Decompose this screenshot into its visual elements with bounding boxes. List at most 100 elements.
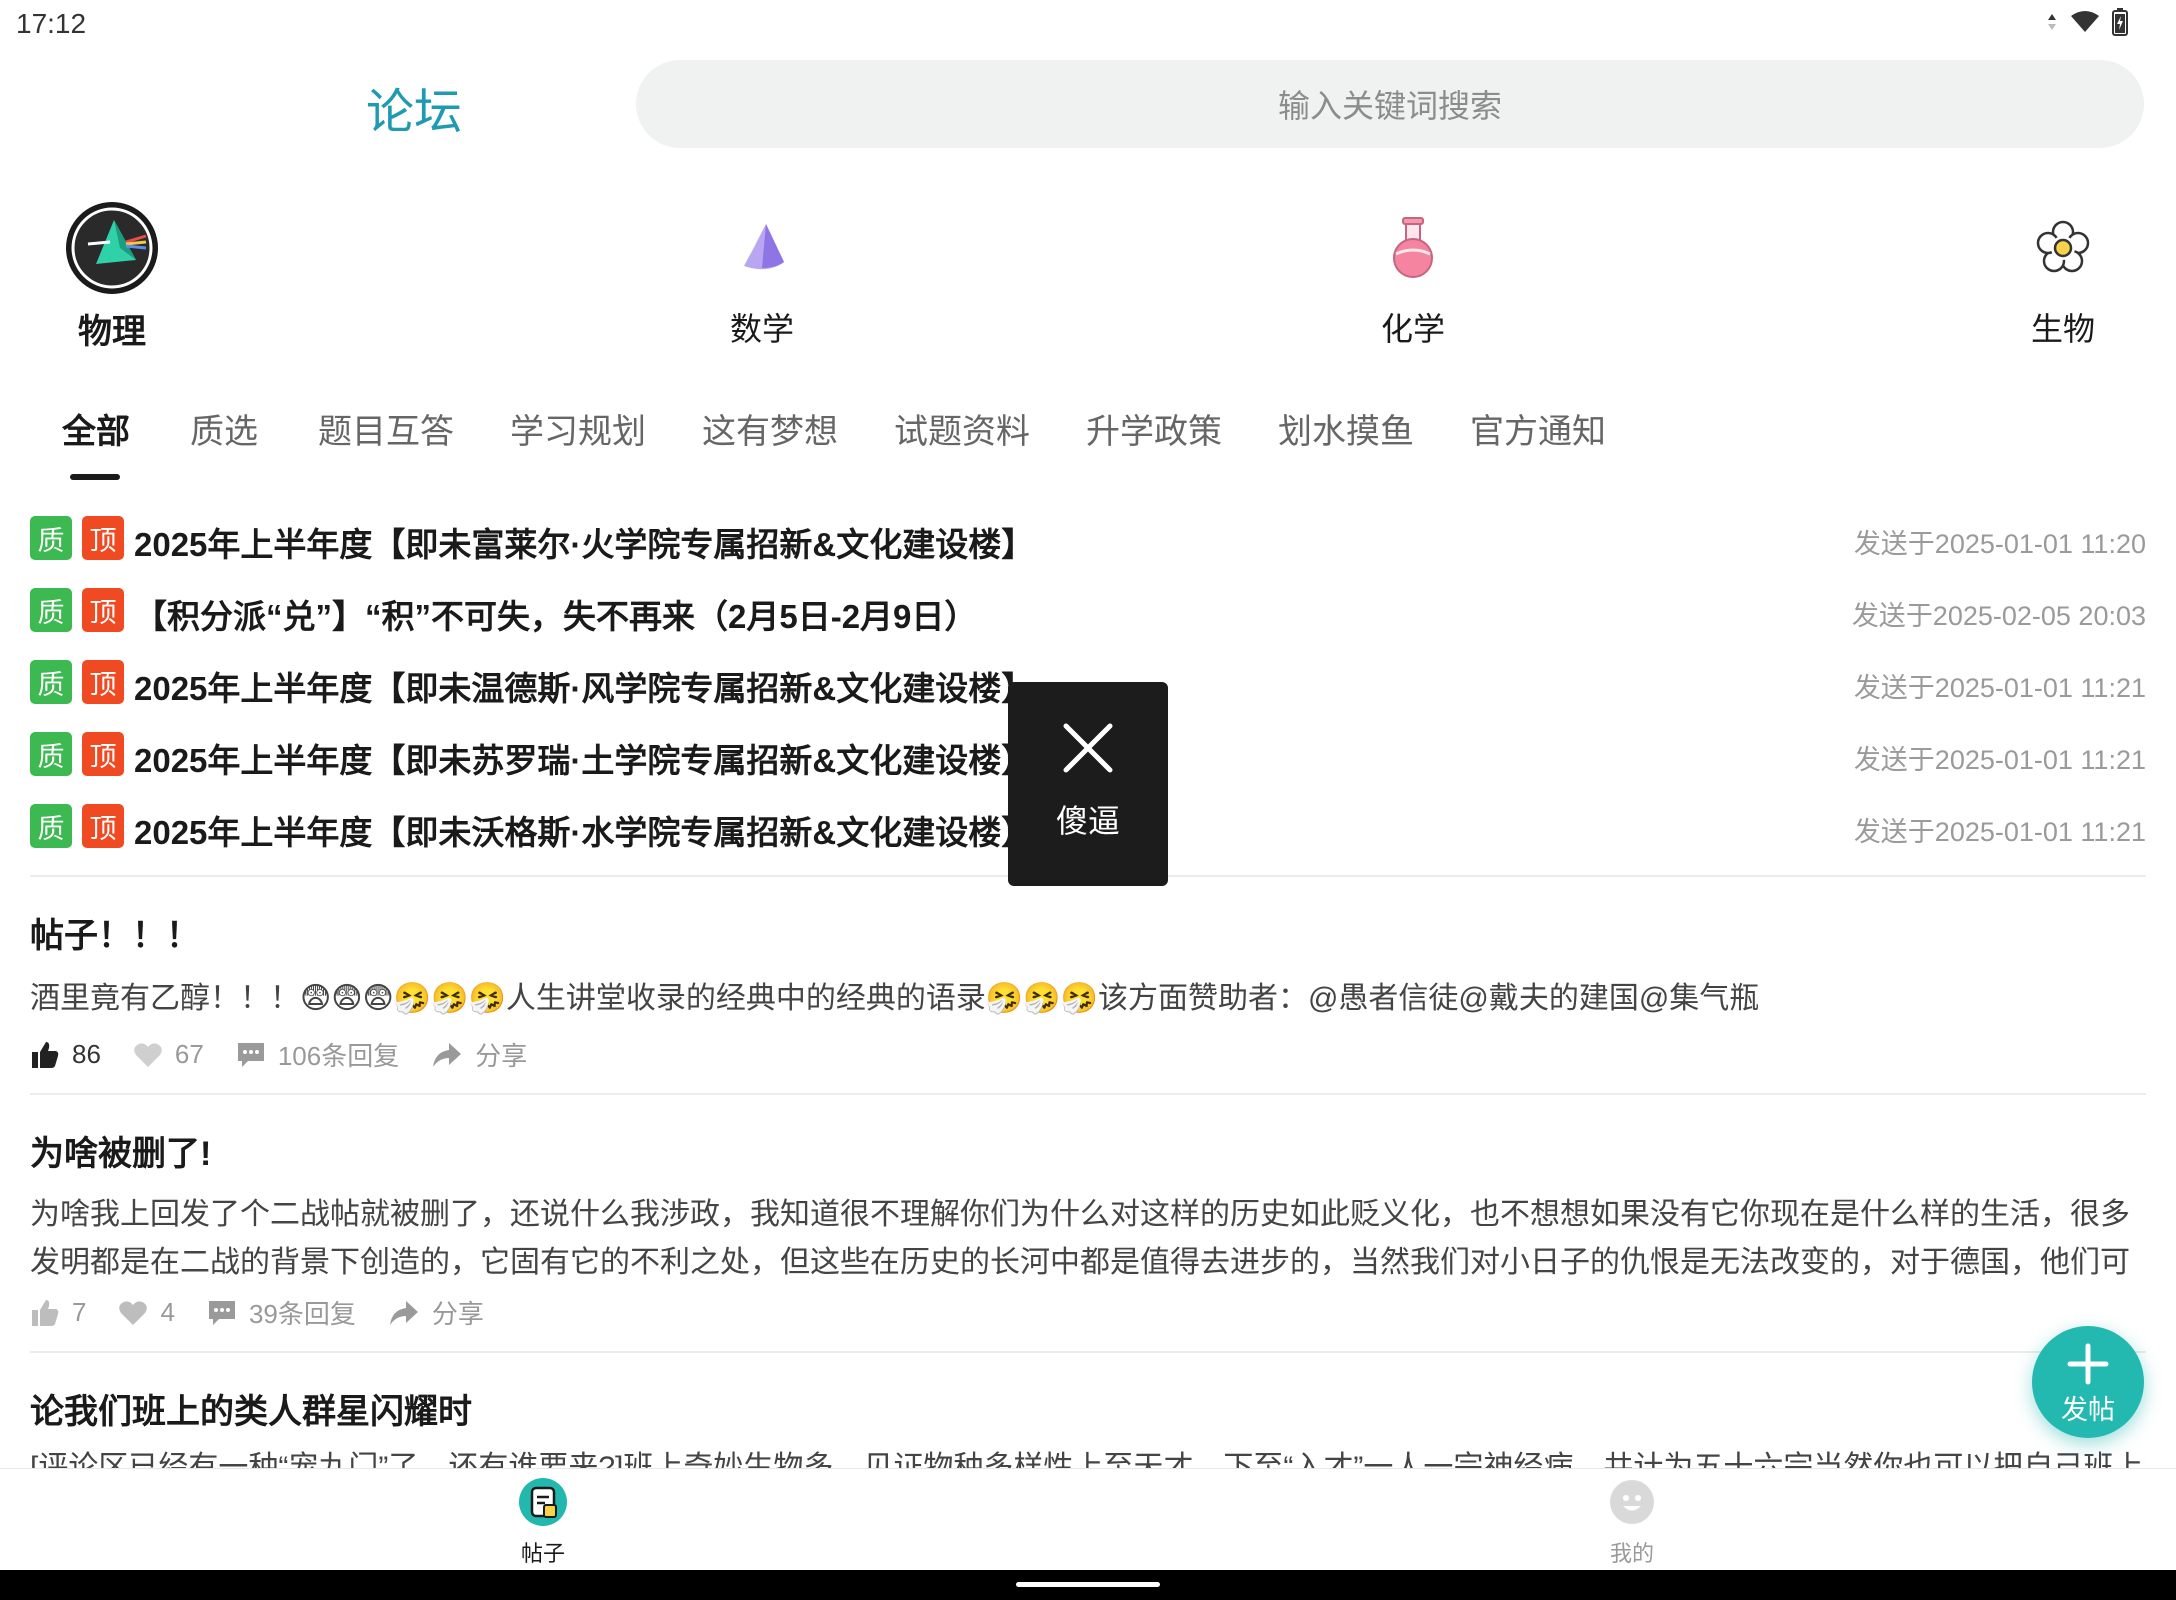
quality-tag: 质 xyxy=(30,516,72,560)
pinned-post-title: 2025年上半年度【即未富莱尔·火学院专属招新&文化建设楼】 xyxy=(134,526,1035,563)
share-label: 分享 xyxy=(475,1041,528,1071)
flask-icon xyxy=(1363,198,1463,298)
reply-count: 106条回复 xyxy=(277,1041,400,1071)
status-time: 17:12 xyxy=(16,8,87,39)
tab-qa[interactable]: 题目互答 xyxy=(318,404,454,453)
top-tag: 顶 xyxy=(82,588,124,632)
heart-icon xyxy=(119,1300,148,1325)
post-body: 酒里竟有乙醇！！！😨😨😨🤧🤧🤧人生讲堂收录的经典中的经典的语录🤧🤧🤧该方面赞助者… xyxy=(30,982,1760,1015)
pinned-post-title: 【积分派“兑”】“积”不可失，失不再来（2月5日-2月9日） xyxy=(134,598,978,635)
pinned-post[interactable]: 质 顶 2025年上半年度【即未富莱尔·火学院专属招新&文化建设楼】 发送于20… xyxy=(30,512,2146,568)
home-indicator[interactable] xyxy=(1016,1582,1160,1587)
subject-categories: 物理 数学 化学 生物 xyxy=(0,198,2176,351)
share-label: 分享 xyxy=(431,1299,484,1329)
pinned-post-time: 发送于2025-01-01 11:21 xyxy=(1853,817,2146,847)
post-card[interactable]: 为啥被删了! 为啥我上回发了个二战帖就被删了，还说什么我涉政，我知道很不理解你们… xyxy=(30,1126,2146,1329)
close-icon xyxy=(1008,722,1168,774)
data-arrows-icon xyxy=(2046,12,2058,37)
pinned-post[interactable]: 质 顶 【积分派“兑”】“积”不可失，失不再来（2月5日-2月9日） 发送于20… xyxy=(30,584,2146,640)
subject-math[interactable]: 数学 xyxy=(662,198,862,350)
reply-button[interactable]: 39条回复 xyxy=(207,1294,356,1331)
like-button[interactable]: 7 xyxy=(30,1297,86,1328)
quality-tag: 质 xyxy=(30,660,72,704)
toast-message: 傻逼 xyxy=(1055,803,1120,839)
tab-official-notice[interactable]: 官方通知 xyxy=(1470,404,1606,453)
tab-exam-materials[interactable]: 试题资料 xyxy=(894,404,1030,453)
pinned-post-time: 发送于2025-02-05 20:03 xyxy=(1851,601,2146,631)
share-icon xyxy=(433,1042,462,1067)
thumbs-up-icon xyxy=(32,1041,59,1068)
like-button[interactable]: 86 xyxy=(30,1039,101,1070)
subject-biology[interactable]: 生物 xyxy=(1963,198,2163,350)
status-icons xyxy=(2046,8,2128,41)
new-post-button[interactable]: 发帖 xyxy=(2032,1326,2144,1438)
pinned-post-time: 发送于2025-01-01 11:20 xyxy=(1853,529,2146,559)
subject-physics[interactable]: 物理 xyxy=(12,198,212,353)
comment-icon xyxy=(237,1042,264,1067)
nav-label: 帖子 xyxy=(520,1541,565,1566)
pinned-post-title: 2025年上半年度【即未温德斯·风学院专属招新&文化建设楼】 xyxy=(134,670,1035,707)
active-tab-indicator xyxy=(70,474,120,480)
like-count: 7 xyxy=(72,1297,87,1327)
bottom-navigation: 帖子 我的 xyxy=(0,1468,2176,1570)
quality-tag: 质 xyxy=(30,804,72,848)
tab-quality[interactable]: 质选 xyxy=(190,404,258,453)
category-tabs: 全部 质选 题目互答 学习规划 这有梦想 试题资料 升学政策 划水摸鱼 官方通知 xyxy=(0,404,2176,484)
quality-tag: 质 xyxy=(30,732,72,776)
subject-label: 物理 xyxy=(78,313,146,351)
post-title: 论我们班上的类人群星闪耀时 xyxy=(30,1393,472,1431)
reply-count: 39条回复 xyxy=(248,1299,356,1329)
thumbs-up-icon xyxy=(32,1299,59,1326)
plus-icon xyxy=(2032,1342,2144,1386)
pinned-post-title: 2025年上半年度【即未苏罗瑞·土学院专属招新&文化建设楼】 xyxy=(134,742,1035,779)
nav-label: 我的 xyxy=(1609,1541,1654,1566)
subject-chemistry[interactable]: 化学 xyxy=(1313,198,1513,350)
subject-label: 数学 xyxy=(729,311,794,347)
top-tag: 顶 xyxy=(82,804,124,848)
quality-tag: 质 xyxy=(30,588,72,632)
share-icon xyxy=(389,1300,418,1325)
divider xyxy=(30,1351,2146,1353)
wifi-icon xyxy=(2070,10,2100,39)
top-tag: 顶 xyxy=(82,732,124,776)
post-body: 为啥我上回发了个二战帖就被删了，还说什么我涉政，我知道很不理解你们为什么对这样的… xyxy=(30,1198,2130,1279)
physics-prism-icon xyxy=(62,198,162,298)
post-card[interactable]: 论我们班上的类人群星闪耀时 xyxy=(30,1384,2146,1433)
tab-dreams[interactable]: 这有梦想 xyxy=(702,404,838,453)
top-tag: 顶 xyxy=(82,660,124,704)
pinned-post-time: 发送于2025-01-01 11:21 xyxy=(1853,745,2146,775)
profile-face-icon xyxy=(1610,1480,1654,1524)
tab-off-topic[interactable]: 划水摸鱼 xyxy=(1278,404,1414,453)
nav-posts[interactable]: 帖子 xyxy=(483,1477,603,1568)
flower-icon xyxy=(2013,198,2113,298)
search-input[interactable]: 输入关键词搜索 xyxy=(636,60,2144,148)
post-card[interactable]: 帖子！！！ 酒里竟有乙醇！！！😨😨😨🤧🤧🤧人生讲堂收录的经典中的经典的语录🤧🤧🤧… xyxy=(30,908,2146,1071)
tab-all[interactable]: 全部 xyxy=(62,404,130,453)
nav-profile[interactable]: 我的 xyxy=(1572,1477,1692,1568)
top-tag: 顶 xyxy=(82,516,124,560)
tab-study-plan[interactable]: 学习规划 xyxy=(510,404,646,453)
post-title: 为啥被删了! xyxy=(30,1135,212,1173)
post-actions: 86 67 106条回复 分享 xyxy=(30,1036,559,1073)
status-bar: 17:12 xyxy=(0,0,2176,50)
post-actions: 7 4 39条回复 分享 xyxy=(30,1294,516,1331)
comment-icon xyxy=(208,1300,235,1325)
favorite-button[interactable]: 67 xyxy=(133,1039,204,1070)
battery-icon xyxy=(2112,8,2128,41)
share-button[interactable]: 分享 xyxy=(388,1294,484,1331)
post-title: 帖子！！！ xyxy=(30,917,200,955)
tab-admission-policy[interactable]: 升学政策 xyxy=(1086,404,1222,453)
error-toast: 傻逼 xyxy=(1008,682,1168,886)
subject-label: 化学 xyxy=(1380,311,1445,347)
share-button[interactable]: 分享 xyxy=(431,1036,527,1073)
favorite-count: 67 xyxy=(174,1039,204,1069)
system-gesture-bar xyxy=(0,1570,2176,1600)
reply-button[interactable]: 106条回复 xyxy=(236,1036,399,1073)
page-title: 论坛 xyxy=(366,86,463,139)
favorite-count: 4 xyxy=(160,1297,175,1327)
favorite-button[interactable]: 4 xyxy=(118,1297,175,1328)
divider xyxy=(30,1093,2146,1095)
post-body: [评论区已经有一种“宠九门”了，还有谁要来?]班上奇妙生物多，见证物种多样性上至… xyxy=(30,1451,2146,1468)
new-post-label: 发帖 xyxy=(2061,1395,2115,1425)
pinned-post-title: 2025年上半年度【即未沃格斯·水学院专属招新&文化建设楼】 xyxy=(134,814,1035,851)
